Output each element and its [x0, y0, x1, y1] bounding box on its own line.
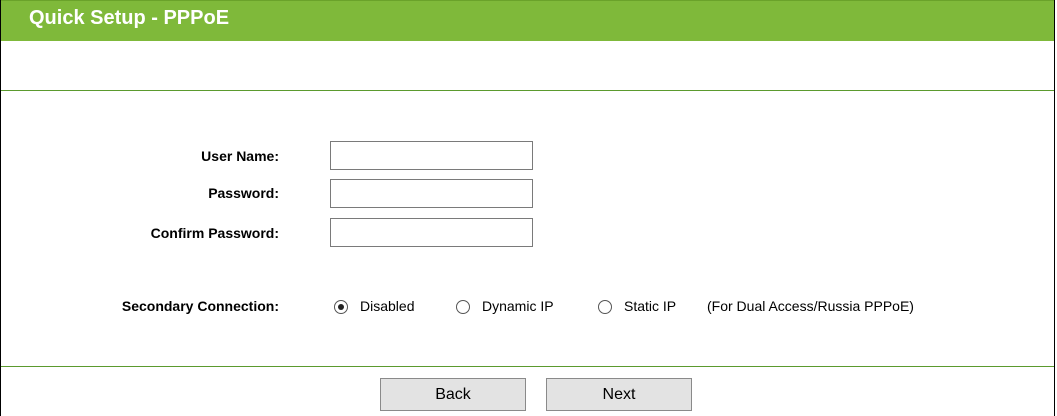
page-title: Quick Setup - PPPoE [29, 7, 230, 29]
radio-dynamic-ip[interactable] [456, 300, 470, 314]
divider-bottom [1, 366, 1054, 367]
confirm-password-input[interactable] [330, 218, 533, 247]
radio-disabled-label[interactable]: Disabled [360, 298, 414, 314]
radio-static-ip-label[interactable]: Static IP [624, 298, 676, 314]
setup-panel [0, 0, 1055, 416]
password-label: Password: [208, 185, 279, 201]
radio-dynamic-ip-label[interactable]: Dynamic IP [482, 298, 554, 314]
secondary-connection-label: Secondary Connection: [121, 298, 279, 314]
username-label: User Name: [201, 148, 279, 164]
secondary-connection-note: (For Dual Access/Russia PPPoE) [707, 298, 914, 314]
password-input[interactable] [330, 179, 533, 208]
confirm-password-label: Confirm Password: [150, 225, 279, 241]
divider-top [1, 90, 1054, 91]
radio-disabled[interactable] [334, 300, 348, 314]
username-input[interactable] [330, 141, 533, 170]
title-bar: Quick Setup - PPPoE [1, 0, 1054, 41]
back-button[interactable]: Back [380, 378, 526, 411]
radio-static-ip[interactable] [598, 300, 612, 314]
next-button[interactable]: Next [546, 378, 692, 411]
